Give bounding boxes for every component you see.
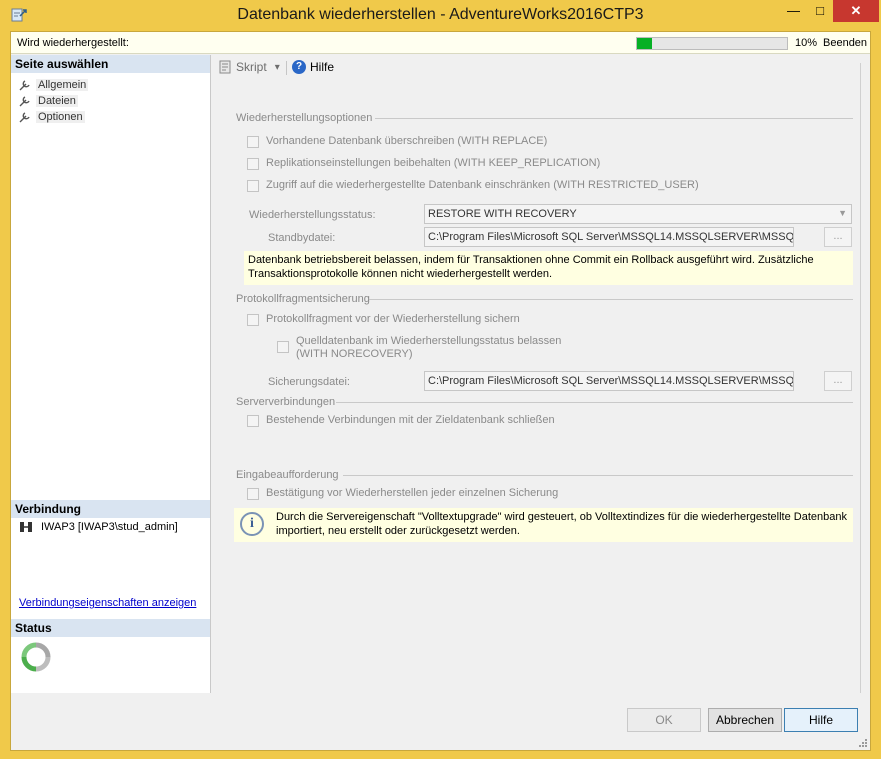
help-button[interactable]: Hilfe — [784, 708, 858, 732]
restricted-user-checkbox-row[interactable]: Zugriff auf die wiederhergestellte Daten… — [247, 179, 699, 192]
close-connections-checkbox-row[interactable]: Bestehende Verbindungen mit der Zieldate… — [247, 414, 555, 427]
tail-log-title: Protokollfragmentsicherung — [236, 293, 370, 305]
script-icon — [219, 60, 231, 74]
toolbar: Skript ▾ ? Hilfe — [212, 55, 870, 79]
progress-spinner-icon — [21, 642, 51, 672]
standby-file-value: C:\Program Files\Microsoft SQL Server\MS… — [428, 231, 794, 243]
page-item-files[interactable]: Dateien — [19, 93, 78, 108]
options-page: Skript ▾ ? Hilfe Wiederherstellungsoptio… — [212, 55, 870, 693]
prompt-title: Eingabeaufforderung — [236, 469, 339, 481]
standby-file-label: Standbydatei: — [268, 232, 336, 244]
toolbar-separator — [286, 61, 287, 75]
resize-grip-icon[interactable] — [858, 738, 868, 748]
wrench-icon — [19, 111, 30, 122]
recovery-state-select[interactable]: RESTORE WITH RECOVERY ▼ — [424, 204, 852, 224]
page-item-label: Allgemein — [36, 78, 89, 91]
backup-file-value: C:\Program Files\Microsoft SQL Server\MS… — [428, 375, 794, 387]
page-item-label: Dateien — [36, 94, 78, 107]
status-header: Status — [11, 619, 210, 637]
norecovery-checkbox-row[interactable]: Quelldatenbank im Wiederherstellungsstat… — [277, 335, 561, 361]
chevron-down-icon: ▼ — [838, 208, 847, 218]
view-connection-properties-link[interactable]: Verbindungseigenschaften anzeigen — [19, 597, 196, 609]
standby-file-input[interactable]: C:\Program Files\Microsoft SQL Server\MS… — [424, 227, 794, 247]
connection-header: Verbindung — [11, 500, 210, 518]
progress-percent: 10% — [795, 37, 818, 49]
server-connections-title: Serververbindungen — [236, 396, 336, 408]
progress-label: Wird wiederhergestellt: — [17, 37, 129, 49]
keep-replication-checkbox[interactable] — [247, 158, 259, 170]
section-divider — [336, 402, 853, 403]
page-item-label: Optionen — [36, 110, 85, 123]
chevron-down-icon[interactable]: ▾ — [275, 62, 280, 73]
cancel-button[interactable]: Abbrechen — [708, 708, 782, 732]
progress-bar — [636, 37, 788, 50]
backup-file-label: Sicherungsdatei: — [268, 376, 350, 388]
overwrite-label: Vorhandene Datenbank überschreiben (WITH… — [266, 135, 548, 147]
recovery-state-label: Wiederherstellungsstatus: — [249, 209, 376, 221]
keep-replication-label: Replikationseinstellungen beibehalten (W… — [266, 157, 601, 169]
script-button[interactable]: Skript ▾ — [218, 60, 280, 74]
confirm-each-checkbox[interactable] — [247, 488, 259, 500]
norecovery-checkbox[interactable] — [277, 341, 289, 353]
vertical-scrollbar[interactable] — [860, 63, 870, 693]
restore-options-title: Wiederherstellungsoptionen — [236, 112, 373, 124]
take-tail-log-label: Protokollfragment vor der Wiederherstell… — [266, 313, 520, 325]
restricted-user-checkbox[interactable] — [247, 180, 259, 192]
section-divider — [369, 299, 853, 300]
restricted-user-label: Zugriff auf die wiederhergestellte Daten… — [266, 179, 699, 191]
select-page-header: Seite auswählen — [11, 55, 210, 73]
standby-browse-button[interactable]: ... — [824, 227, 852, 247]
help-toolbar-button[interactable]: ? Hilfe — [292, 60, 334, 74]
norecovery-label-line2: (WITH NORECOVERY) — [296, 348, 413, 360]
fulltext-info-note: i Durch die Servereigenschaft "Volltextu… — [234, 508, 853, 542]
overwrite-checkbox[interactable] — [247, 136, 259, 148]
connection-text: IWAP3 [IWAP3\stud_admin] — [41, 521, 178, 533]
take-tail-log-checkbox[interactable] — [247, 314, 259, 326]
wrench-icon — [19, 95, 30, 106]
recovery-state-note: Datenbank betriebsbereit belassen, indem… — [244, 251, 853, 285]
overwrite-checkbox-row[interactable]: Vorhandene Datenbank überschreiben (WITH… — [247, 135, 547, 148]
dialog-client-area: Wird wiederhergestellt: 10% Beenden Seit… — [10, 31, 871, 751]
norecovery-label: Quelldatenbank im Wiederherstellungsstat… — [296, 335, 561, 361]
close-connections-checkbox[interactable] — [247, 415, 259, 427]
minimize-button[interactable]: — — [780, 0, 807, 22]
maximize-button[interactable]: □ — [807, 0, 833, 22]
confirm-each-checkbox-row[interactable]: Bestätigung vor Wiederherstellen jeder e… — [247, 487, 558, 500]
title-bar[interactable]: Datenbank wiederherstellen - AdventureWo… — [0, 0, 881, 30]
server-connection-icon — [20, 522, 32, 532]
backup-file-browse-button[interactable]: ... — [824, 371, 852, 391]
recovery-state-value: RESTORE WITH RECOVERY — [428, 208, 577, 220]
fulltext-info-text: Durch die Servereigenschaft "Volltextupg… — [276, 511, 847, 537]
backup-file-input[interactable]: C:\Program Files\Microsoft SQL Server\MS… — [424, 371, 794, 391]
close-connections-label: Bestehende Verbindungen mit der Zieldate… — [266, 414, 555, 426]
confirm-each-label: Bestätigung vor Wiederherstellen jeder e… — [266, 487, 559, 499]
help-icon: ? — [292, 60, 306, 74]
close-button[interactable]: ✕ — [833, 0, 879, 22]
page-item-general[interactable]: Allgemein — [19, 77, 89, 92]
window-title: Datenbank wiederherstellen - AdventureWo… — [237, 6, 644, 23]
progress-fill — [637, 38, 652, 49]
help-label: Hilfe — [310, 60, 335, 74]
progress-status: Beenden — [823, 37, 868, 49]
keep-replication-checkbox-row[interactable]: Replikationseinstellungen beibehalten (W… — [247, 157, 600, 170]
page-item-options[interactable]: Optionen — [19, 109, 85, 124]
left-pane: Seite auswählen Allgemein Dateien Option… — [11, 55, 211, 693]
take-tail-log-checkbox-row[interactable]: Protokollfragment vor der Wiederherstell… — [247, 313, 520, 326]
info-icon: i — [240, 512, 264, 536]
connection-info: IWAP3 [IWAP3\stud_admin] — [19, 521, 178, 533]
script-label: Skript — [236, 60, 267, 74]
section-divider — [343, 475, 853, 476]
wrench-icon — [19, 79, 30, 90]
norecovery-label-line1: Quelldatenbank im Wiederherstellungsstat… — [296, 335, 562, 347]
progress-strip: Wird wiederhergestellt: 10% Beenden — [11, 32, 870, 54]
section-divider — [375, 118, 853, 119]
restore-database-window: Datenbank wiederherstellen - AdventureWo… — [0, 0, 881, 759]
ok-button[interactable]: OK — [627, 708, 701, 732]
